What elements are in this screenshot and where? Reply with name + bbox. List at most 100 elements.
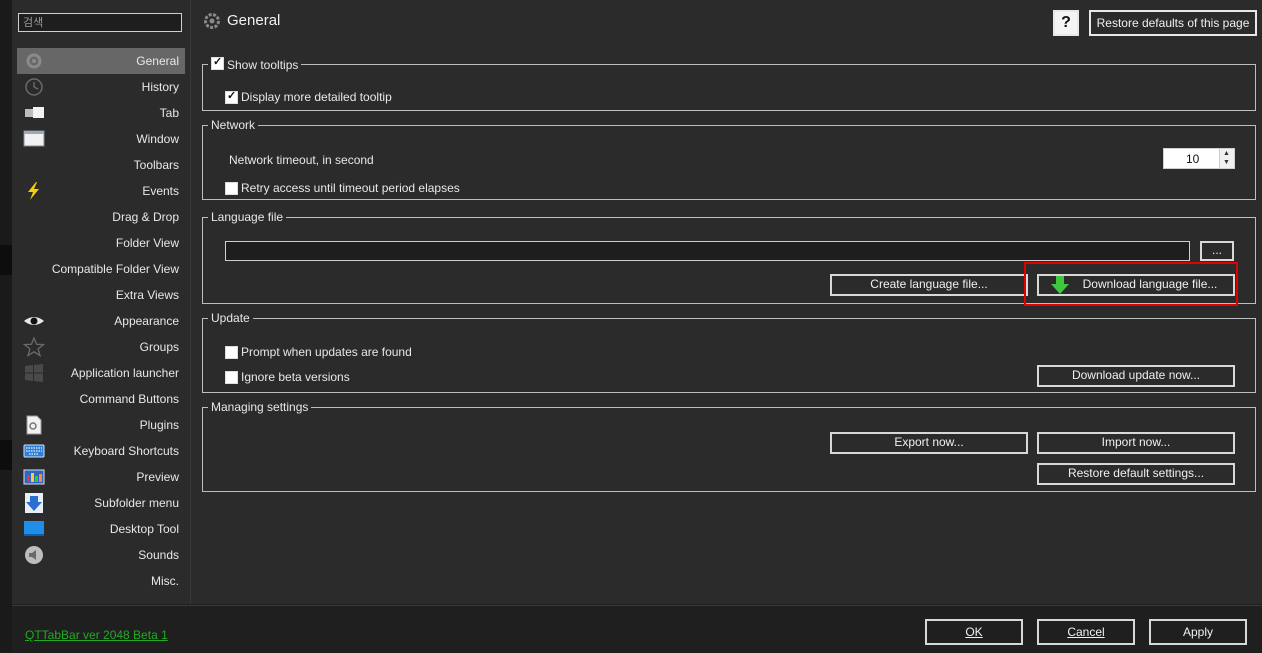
image-icon bbox=[23, 469, 45, 485]
sidebar-item-application-launcher[interactable]: Application launcher bbox=[17, 360, 185, 386]
page-title-text: General bbox=[227, 11, 281, 29]
stepper-up-icon[interactable]: ▲ bbox=[1223, 150, 1230, 157]
apply-button[interactable]: Apply bbox=[1149, 619, 1247, 645]
cancel-button[interactable]: Cancel bbox=[1037, 619, 1135, 645]
sidebar-item-tab[interactable]: Tab bbox=[17, 100, 185, 126]
sidebar-item-label: Extra Views bbox=[115, 288, 179, 302]
update-legend: Update bbox=[211, 311, 250, 325]
highlight-box bbox=[1024, 262, 1238, 306]
sidebar-item-groups[interactable]: Groups bbox=[17, 334, 185, 360]
windows-logo-icon bbox=[25, 364, 43, 382]
prompt-updates-checkbox[interactable] bbox=[225, 346, 238, 359]
sidebar-item-extra-views[interactable]: Extra Views bbox=[17, 282, 185, 308]
desktop-icon bbox=[24, 521, 44, 536]
sidebar-item-subfolder-menu[interactable]: Subfolder menu bbox=[17, 490, 185, 516]
version-link[interactable]: QTTabBar ver 2048 Beta 1 bbox=[25, 628, 168, 642]
arrow-down-icon bbox=[25, 493, 43, 513]
sidebar-item-label: Desktop Tool bbox=[109, 522, 179, 536]
sidebar-item-label: Drag & Drop bbox=[112, 210, 179, 224]
sidebar-item-history[interactable]: History bbox=[17, 74, 185, 100]
sidebar-item-preview[interactable]: Preview bbox=[17, 464, 185, 490]
clock-icon bbox=[25, 78, 43, 96]
sidebar-item-general[interactable]: General bbox=[17, 48, 185, 74]
sidebar-item-misc[interactable]: Misc. bbox=[17, 568, 185, 594]
sidebar-item-label: Appearance bbox=[114, 314, 179, 328]
export-now-button[interactable]: Export now... bbox=[830, 432, 1028, 454]
prompt-updates-label: Prompt when updates are found bbox=[241, 345, 412, 359]
network-timeout-label: Network timeout, in second bbox=[229, 153, 374, 167]
sidebar-item-label: Events bbox=[142, 184, 179, 198]
retry-access-label: Retry access until timeout period elapse… bbox=[241, 181, 460, 195]
tooltips-group: Show tooltips Display more detailed tool… bbox=[202, 55, 1256, 111]
browse-button[interactable]: ... bbox=[1200, 241, 1234, 261]
sidebar-item-label: Window bbox=[136, 132, 179, 146]
retry-access-checkbox[interactable] bbox=[225, 182, 238, 195]
sidebar-item-plugins[interactable]: Plugins bbox=[17, 412, 185, 438]
show-tooltips-checkbox[interactable] bbox=[211, 55, 224, 70]
help-button[interactable]: ? bbox=[1053, 10, 1079, 36]
tab-icon bbox=[25, 107, 44, 118]
sidebar-item-label: History bbox=[141, 80, 179, 94]
language-file-legend: Language file bbox=[211, 210, 284, 224]
plugin-icon bbox=[26, 415, 42, 435]
restore-page-defaults-button[interactable]: Restore defaults of this page bbox=[1089, 10, 1257, 36]
sidebar-item-folder-view[interactable]: Folder View bbox=[17, 230, 185, 256]
network-group: Network Network timeout, in second 10 ▲ … bbox=[202, 118, 1256, 200]
apply-label: Apply bbox=[1182, 625, 1214, 639]
sidebar-item-window[interactable]: Window bbox=[17, 126, 185, 152]
speaker-icon bbox=[25, 546, 43, 564]
sidebar-item-sounds[interactable]: Sounds bbox=[17, 542, 185, 568]
sidebar-nav: General History Tab Window Toolbars Even… bbox=[17, 48, 185, 594]
sidebar-item-command-buttons[interactable]: Command Buttons bbox=[17, 386, 185, 412]
network-legend: Network bbox=[211, 118, 256, 132]
timeout-value: 10 bbox=[1186, 152, 1200, 166]
restore-default-settings-button[interactable]: Restore default settings... bbox=[1037, 463, 1235, 485]
sidebar-item-label: Application launcher bbox=[70, 366, 179, 380]
sidebar-item-events[interactable]: Events bbox=[17, 178, 185, 204]
star-icon bbox=[23, 337, 45, 357]
sidebar-item-label: Compatible Folder View bbox=[51, 262, 179, 276]
show-tooltips-label: Show tooltips bbox=[227, 58, 299, 72]
sidebar-item-drag-drop[interactable]: Drag & Drop bbox=[17, 204, 185, 230]
sidebar-item-label: Keyboard Shortcuts bbox=[73, 444, 179, 458]
sidebar-item-label: Groups bbox=[139, 340, 179, 354]
keyboard-icon bbox=[23, 444, 45, 458]
sidebar-item-label: Command Buttons bbox=[79, 392, 179, 406]
gear-icon bbox=[204, 13, 220, 29]
sidebar-item-label: Plugins bbox=[139, 418, 179, 432]
sidebar-item-label: Folder View bbox=[115, 236, 179, 250]
sidebar-item-keyboard-shortcuts[interactable]: Keyboard Shortcuts bbox=[17, 438, 185, 464]
lightning-icon bbox=[28, 182, 39, 200]
background-window-strip bbox=[0, 0, 12, 652]
detailed-tooltip-checkbox[interactable] bbox=[225, 89, 238, 104]
create-language-file-button[interactable]: Create language file... bbox=[830, 274, 1028, 296]
language-file-path-input[interactable] bbox=[225, 241, 1190, 261]
sidebar-item-label: Tab bbox=[159, 106, 179, 120]
ok-button[interactable]: OK bbox=[925, 619, 1023, 645]
sidebar-item-label: General bbox=[136, 54, 179, 68]
ignore-beta-label: Ignore beta versions bbox=[241, 370, 350, 384]
window-icon bbox=[23, 130, 45, 147]
background-block bbox=[0, 245, 12, 275]
sidebar-item-appearance[interactable]: Appearance bbox=[17, 308, 185, 334]
sidebar-item-desktop-tool[interactable]: Desktop Tool bbox=[17, 516, 185, 542]
sidebar: 검색 General History Tab Window Toolbars E… bbox=[12, 0, 191, 604]
sidebar-item-compatible-folder-view[interactable]: Compatible Folder View bbox=[17, 256, 185, 282]
managing-settings-legend: Managing settings bbox=[211, 400, 309, 414]
update-group: Update Prompt when updates are found Ign… bbox=[202, 311, 1256, 393]
detailed-tooltip-label: Display more detailed tooltip bbox=[241, 90, 392, 104]
stepper-down-icon[interactable]: ▼ bbox=[1223, 159, 1230, 166]
page-title: General bbox=[201, 10, 280, 32]
sidebar-item-label: Sounds bbox=[138, 548, 179, 562]
network-timeout-stepper[interactable]: 10 ▲ ▼ bbox=[1163, 148, 1235, 169]
stepper-arrows[interactable]: ▲ ▼ bbox=[1219, 149, 1234, 168]
ignore-beta-checkbox[interactable] bbox=[225, 371, 238, 384]
footer-bar: QTTabBar ver 2048 Beta 1 OK Cancel Apply bbox=[12, 605, 1262, 653]
tooltips-legend: Show tooltips bbox=[208, 55, 301, 72]
eye-icon bbox=[24, 317, 44, 325]
sidebar-item-label: Toolbars bbox=[133, 158, 179, 172]
sidebar-item-toolbars[interactable]: Toolbars bbox=[17, 152, 185, 178]
import-now-button[interactable]: Import now... bbox=[1037, 432, 1235, 454]
search-input[interactable]: 검색 bbox=[18, 13, 182, 32]
download-update-button[interactable]: Download update now... bbox=[1037, 365, 1235, 387]
